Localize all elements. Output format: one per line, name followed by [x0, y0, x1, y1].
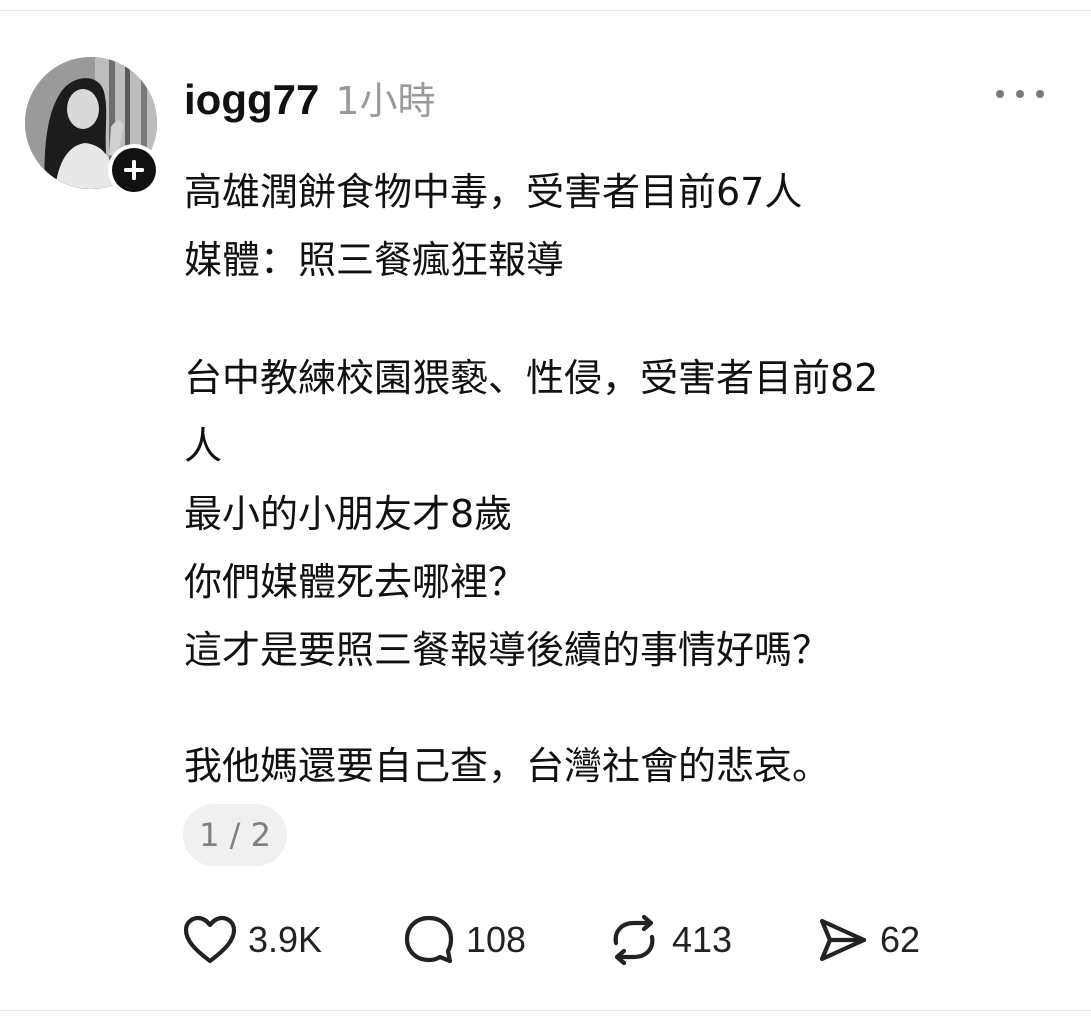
- post-line: 這才是要照三餐報導後續的事情好嗎？: [184, 628, 831, 672]
- share-count: 62: [880, 919, 921, 960]
- comment-count: 108: [466, 919, 527, 960]
- post-timestamp: 1小時: [335, 79, 436, 123]
- repost-icon: [613, 914, 655, 966]
- post-paragraph: 我他媽還要自己查，台灣社會的悲哀。: [184, 732, 1064, 800]
- post-actions: 3.9K 108 413 62: [182, 910, 942, 970]
- post-line: 台中教練校園猥褻、性侵，受害者目前82: [184, 356, 879, 400]
- repost-button[interactable]: 413: [606, 910, 732, 970]
- post-line: 高雄潤餅食物中毒，受害者目前67人: [184, 170, 803, 214]
- post-header: iogg77 1小時: [184, 70, 436, 130]
- follow-button-circle: [112, 148, 156, 192]
- post-text: 高雄潤餅食物中毒，受害者目前67人 媒體：照三餐瘋狂報導 台中教練校園猥褻、性侵…: [184, 158, 1064, 800]
- comment-bubble-icon: [404, 915, 454, 964]
- username[interactable]: iogg77: [184, 76, 319, 124]
- heart-icon: [183, 915, 237, 964]
- repost-count: 413: [672, 919, 733, 960]
- post-line: 媒體：照三餐瘋狂報導: [184, 238, 565, 282]
- send-icon: [819, 918, 867, 962]
- post-paragraph: 台中教練校園猥褻、性侵，受害者目前82 人 最小的小朋友才8歲 你們媒體死去哪裡…: [184, 344, 1064, 684]
- follow-button[interactable]: [108, 144, 160, 196]
- like-button[interactable]: 3.9K: [182, 910, 322, 970]
- post-paragraph: 高雄潤餅食物中毒，受害者目前67人 媒體：照三餐瘋狂報導: [184, 158, 1064, 294]
- top-divider: [0, 10, 1091, 11]
- post-line: 人: [184, 424, 223, 468]
- more-dots-icon: [996, 90, 1004, 98]
- post-line: 最小的小朋友才8歲: [184, 492, 513, 536]
- plus-icon: [124, 160, 144, 180]
- post-line: 我他媽還要自己查，台灣社會的悲哀。: [184, 744, 831, 788]
- post-line: 你們媒體死去哪裡？: [184, 560, 527, 604]
- bottom-divider: [0, 1010, 1091, 1011]
- more-options-button[interactable]: [996, 82, 1044, 106]
- share-button[interactable]: 62: [816, 910, 920, 970]
- comment-button[interactable]: 108: [402, 910, 526, 970]
- like-count: 3.9K: [248, 919, 323, 960]
- more-dots-icon: [1036, 90, 1044, 98]
- more-dots-icon: [1016, 90, 1024, 98]
- page-indicator[interactable]: 1 / 2: [183, 804, 287, 866]
